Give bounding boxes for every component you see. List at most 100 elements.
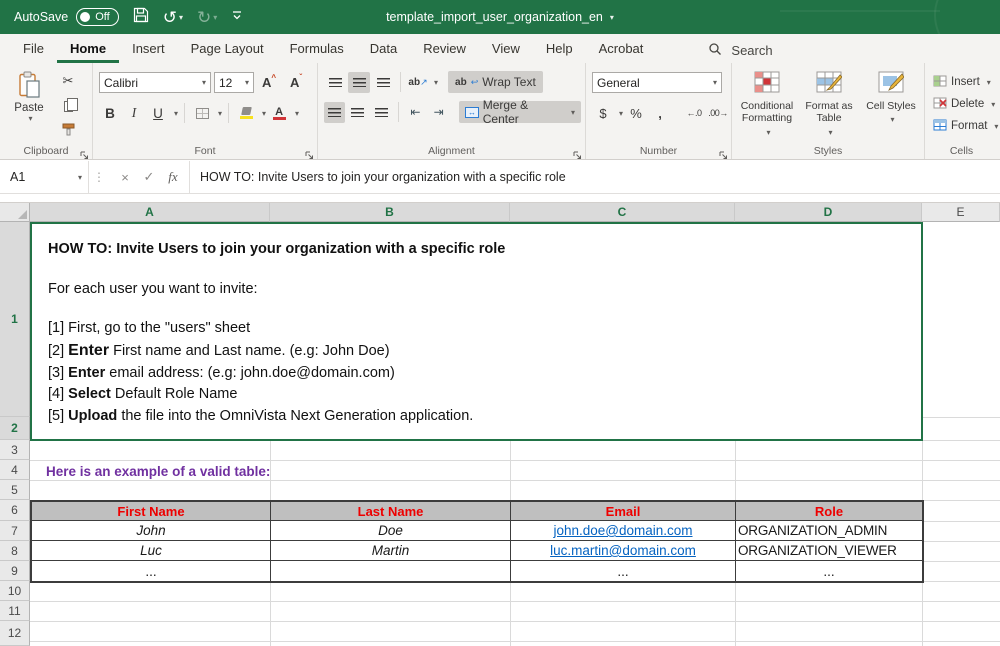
column-header-e[interactable]: E <box>922 203 1000 222</box>
font-color-button[interactable]: A <box>268 102 290 124</box>
cell-last-name[interactable]: Martin <box>271 541 511 561</box>
table-header-email[interactable]: Email <box>511 502 736 521</box>
chevron-down-icon[interactable]: ▾ <box>434 78 438 87</box>
redo-button[interactable]: ↻ ▾ <box>197 9 217 26</box>
increase-font-size-button[interactable]: A^ <box>257 72 281 93</box>
search-box[interactable]: Search <box>708 34 772 63</box>
row-header-1[interactable]: 1 <box>0 222 30 417</box>
cell-first-name[interactable]: Luc <box>32 541 271 561</box>
undo-button[interactable]: ↺ ▾ <box>163 9 183 26</box>
comma-style-button[interactable]: , <box>649 102 671 124</box>
cell-email-link[interactable]: luc.martin@domain.com <box>511 541 736 561</box>
cell-last-name[interactable] <box>271 561 511 581</box>
tab-review[interactable]: Review <box>410 34 479 63</box>
top-align-button[interactable] <box>324 72 346 93</box>
wrap-text-button[interactable]: ab↩ Wrap Text <box>448 71 543 93</box>
format-as-table-button[interactable]: Format as Table ▾ <box>800 71 858 143</box>
decrease-indent-button[interactable]: ⇤ <box>405 102 426 123</box>
table-header-first-name[interactable]: First Name <box>32 502 271 521</box>
table-header-last-name[interactable]: Last Name <box>271 502 511 521</box>
font-dialog-launcher[interactable] <box>305 147 314 156</box>
tab-file[interactable]: File <box>10 34 57 63</box>
borders-button[interactable] <box>191 102 213 124</box>
cell-email-link[interactable]: john.doe@domain.com <box>511 521 736 541</box>
tab-data[interactable]: Data <box>357 34 410 63</box>
tab-home[interactable]: Home <box>57 34 119 63</box>
alignment-dialog-launcher[interactable] <box>573 147 582 156</box>
accounting-format-button[interactable]: $ <box>592 102 614 124</box>
bold-button[interactable]: B <box>99 102 121 124</box>
save-button[interactable] <box>133 7 149 28</box>
cell-role[interactable]: ORGANIZATION_VIEWER <box>736 541 922 561</box>
font-size-select[interactable]: 12 ▾ <box>214 72 254 93</box>
tab-acrobat[interactable]: Acrobat <box>586 34 657 63</box>
example-caption-cell[interactable]: Here is an example of a valid table: <box>46 461 270 481</box>
cell-email[interactable]: ... <box>511 561 736 581</box>
insert-function-button[interactable]: fx <box>161 165 185 189</box>
percent-style-button[interactable]: % <box>625 102 647 124</box>
fill-color-button[interactable] <box>235 102 257 124</box>
decrease-font-size-button[interactable]: Aˇ <box>284 72 308 93</box>
chevron-down-icon[interactable]: ▾ <box>262 109 266 118</box>
tab-view[interactable]: View <box>479 34 533 63</box>
row-header-7[interactable]: 7 <box>0 521 30 541</box>
bottom-align-button[interactable] <box>372 72 394 93</box>
merge-center-button[interactable]: ↔ Merge & Center ▾ <box>459 101 581 123</box>
column-header-b[interactable]: B <box>270 203 510 222</box>
increase-indent-button[interactable]: ⇥ <box>428 102 449 123</box>
paste-button[interactable]: Paste ▾ <box>8 71 50 145</box>
chevron-down-icon[interactable]: ▾ <box>218 109 222 118</box>
format-cells-button[interactable]: Format ▾ <box>931 115 994 137</box>
name-box[interactable]: A1 ▾ <box>0 161 88 193</box>
middle-align-button[interactable] <box>348 72 370 93</box>
row-header-4[interactable]: 4 <box>0 460 30 480</box>
increase-decimal-button[interactable]: ←.0 <box>683 102 705 124</box>
cell-first-name[interactable]: John <box>32 521 271 541</box>
align-center-button[interactable] <box>347 102 368 123</box>
insert-cells-button[interactable]: Insert ▾ <box>931 71 994 93</box>
row-header-6[interactable]: 6 <box>0 500 30 521</box>
select-all-corner[interactable] <box>0 203 30 222</box>
copy-button[interactable] <box>56 96 80 116</box>
tab-formulas[interactable]: Formulas <box>277 34 357 63</box>
chevron-down-icon[interactable]: ▾ <box>174 109 178 118</box>
number-dialog-launcher[interactable] <box>719 147 728 156</box>
row-header-12[interactable]: 12 <box>0 621 30 646</box>
formula-bar-resize-handle[interactable]: ⋮ <box>88 161 109 193</box>
column-header-c[interactable]: C <box>510 203 735 222</box>
row-header-2[interactable]: 2 <box>0 417 30 440</box>
cell-styles-button[interactable]: Cell Styles ▾ <box>862 71 920 143</box>
delete-cells-button[interactable]: Delete ▾ <box>931 93 994 115</box>
conditional-formatting-button[interactable]: Conditional Formatting ▾ <box>738 71 796 143</box>
row-header-10[interactable]: 10 <box>0 581 30 601</box>
row-header-11[interactable]: 11 <box>0 601 30 621</box>
cancel-button[interactable]: × <box>113 165 137 189</box>
align-left-button[interactable] <box>324 102 345 123</box>
tab-help[interactable]: Help <box>533 34 586 63</box>
cell-role[interactable]: ORGANIZATION_ADMIN <box>736 521 922 541</box>
clipboard-dialog-launcher[interactable] <box>80 147 89 156</box>
underline-button[interactable]: U <box>147 102 169 124</box>
tab-insert[interactable]: Insert <box>119 34 178 63</box>
font-name-select[interactable]: Calibri ▾ <box>99 72 211 93</box>
tab-page-layout[interactable]: Page Layout <box>178 34 277 63</box>
table-header-role[interactable]: Role <box>736 502 922 521</box>
selected-cell-a1[interactable]: HOW TO: Invite Users to join your organi… <box>30 222 923 441</box>
chevron-down-icon[interactable]: ▾ <box>295 109 299 118</box>
cell-role[interactable]: ... <box>736 561 922 581</box>
row-header-8[interactable]: 8 <box>0 541 30 561</box>
italic-button[interactable]: I <box>123 102 145 124</box>
customize-quick-access-button[interactable] <box>231 8 243 26</box>
align-right-button[interactable] <box>371 102 392 123</box>
orientation-button[interactable]: ab↗ <box>407 72 429 93</box>
column-header-a[interactable]: A <box>30 203 270 222</box>
row-header-5[interactable]: 5 <box>0 480 30 500</box>
row-header-9[interactable]: 9 <box>0 561 30 581</box>
autosave-toggle[interactable]: AutoSave Off <box>14 8 119 26</box>
chevron-down-icon[interactable]: ▾ <box>619 109 623 118</box>
column-header-d[interactable]: D <box>735 203 922 222</box>
cell-last-name[interactable]: Doe <box>271 521 511 541</box>
formula-input[interactable]: HOW TO: Invite Users to join your organi… <box>190 161 1000 193</box>
decrease-decimal-button[interactable]: .00→ <box>707 102 729 124</box>
cut-button[interactable]: ✂ <box>56 71 80 91</box>
